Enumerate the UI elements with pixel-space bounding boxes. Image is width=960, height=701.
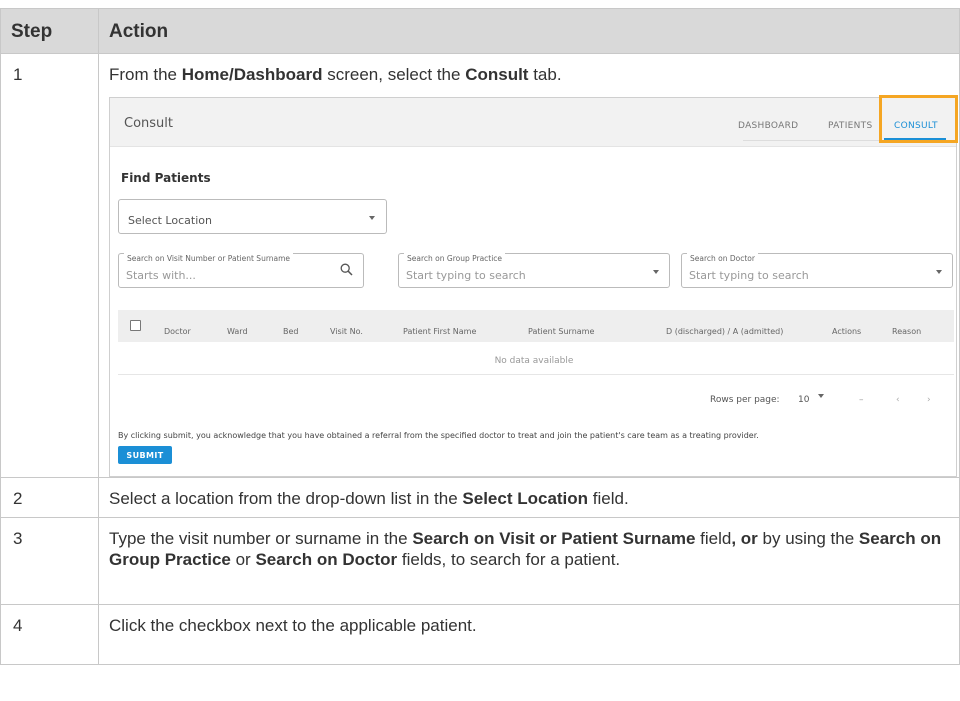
- app-header: Consult DASHBOARD PATIENTS CONSULT: [110, 95, 958, 147]
- text-run: tab.: [528, 65, 562, 84]
- table-row: 2 Select a location from the drop-down l…: [0, 477, 960, 518]
- text-bold: , or: [731, 529, 758, 548]
- no-data-message: No data available: [494, 356, 574, 366]
- text-run: From the: [109, 65, 182, 84]
- select-location-label: Select Location: [128, 214, 212, 227]
- column-ward[interactable]: Ward: [227, 321, 248, 342]
- field-placeholder: Starts with...: [126, 269, 196, 282]
- column-visit-no[interactable]: Visit No.: [330, 321, 363, 342]
- column-reason[interactable]: Reason: [892, 321, 921, 342]
- table-row: 4 Click the checkbox next to the applica…: [0, 604, 960, 665]
- text-bold: Search on Visit or Patient Surname: [412, 529, 696, 548]
- text-run: fields, to search for a patient.: [397, 550, 621, 569]
- column-doctor[interactable]: Doctor: [164, 321, 191, 342]
- text-run: by using the: [757, 529, 859, 548]
- table-row: 3 Type the visit number or surname in th…: [0, 517, 960, 605]
- column-bed[interactable]: Bed: [283, 321, 299, 342]
- submit-button[interactable]: SUBMIT: [118, 446, 172, 464]
- chevron-right-icon[interactable]: ›: [927, 390, 931, 411]
- step-number: 3: [0, 517, 99, 605]
- column-actions[interactable]: Actions: [832, 321, 861, 342]
- column-header-step: Step: [0, 8, 99, 54]
- divider: [118, 374, 954, 375]
- step-number: 1: [0, 53, 99, 478]
- tab-patients[interactable]: PATIENTS: [828, 116, 873, 137]
- text-bold: Select Location: [462, 489, 589, 508]
- text-run: field: [695, 529, 732, 548]
- select-location-dropdown[interactable]: Select Location: [118, 199, 387, 234]
- text-run: Click the checkbox next to the applicabl…: [109, 616, 477, 635]
- step-number: 2: [0, 477, 99, 518]
- consult-screenshot: Consult DASHBOARD PATIENTS CONSULT Find …: [109, 95, 958, 477]
- doctor-search-field[interactable]: Search on Doctor Start typing to search: [681, 248, 953, 288]
- text-bold: Consult: [465, 65, 529, 84]
- column-patient-surname[interactable]: Patient Surname: [528, 321, 594, 342]
- field-placeholder: Start typing to search: [689, 269, 809, 282]
- acknowledgement-text: By clicking submit, you acknowledge that…: [118, 431, 759, 440]
- step-text: From the Home/Dashboard screen, select t…: [109, 64, 947, 85]
- chevron-down-icon: [369, 216, 375, 220]
- column-discharged-admitted[interactable]: D (discharged) / A (admitted): [666, 321, 783, 342]
- text-run: screen, select the: [322, 65, 466, 84]
- tab-dashboard[interactable]: DASHBOARD: [738, 116, 798, 137]
- table-header-row: Step Action: [0, 8, 960, 54]
- text-bold: Search on Doctor: [255, 550, 398, 569]
- rows-per-page-select[interactable]: 10: [798, 390, 809, 411]
- text-bold: Home/Dashboard: [181, 65, 323, 84]
- step-action: Select a location from the drop-down lis…: [98, 477, 960, 518]
- column-patient-first-name[interactable]: Patient First Name: [403, 321, 476, 342]
- results-table-header: Doctor Ward Bed Visit No. Patient First …: [118, 310, 954, 342]
- column-header-action: Action: [98, 8, 960, 54]
- chevron-down-icon: [936, 270, 942, 274]
- pagination-range: –: [859, 395, 864, 405]
- rows-per-page-label: Rows per page:: [710, 395, 780, 405]
- step-action: Click the checkbox next to the applicabl…: [98, 604, 960, 665]
- field-placeholder: Start typing to search: [406, 269, 526, 282]
- find-patients-heading: Find Patients: [121, 171, 211, 185]
- chevron-down-icon[interactable]: [818, 394, 824, 398]
- procedure-table: Step Action 1 From the Home/Dashboard sc…: [0, 8, 960, 665]
- select-all-checkbox[interactable]: [130, 320, 141, 331]
- visit-surname-search-field[interactable]: Search on Visit Number or Patient Surnam…: [118, 248, 364, 288]
- text-run: or: [230, 550, 256, 569]
- group-practice-search-field[interactable]: Search on Group Practice Start typing to…: [398, 248, 670, 288]
- chevron-down-icon: [653, 270, 659, 274]
- text-run: Type the visit number or surname in the: [109, 529, 413, 548]
- text-run: Select a location from the drop-down lis…: [109, 489, 463, 508]
- table-row: 1 From the Home/Dashboard screen, select…: [0, 53, 960, 478]
- chevron-left-icon[interactable]: ‹: [896, 390, 900, 411]
- step-action: Type the visit number or surname in the …: [98, 517, 960, 605]
- search-icon[interactable]: [340, 263, 353, 276]
- highlight-box: [879, 95, 958, 143]
- page-title: Consult: [124, 116, 173, 131]
- text-run: field.: [588, 489, 629, 508]
- step-number: 4: [0, 604, 99, 665]
- step-action: From the Home/Dashboard screen, select t…: [98, 53, 960, 478]
